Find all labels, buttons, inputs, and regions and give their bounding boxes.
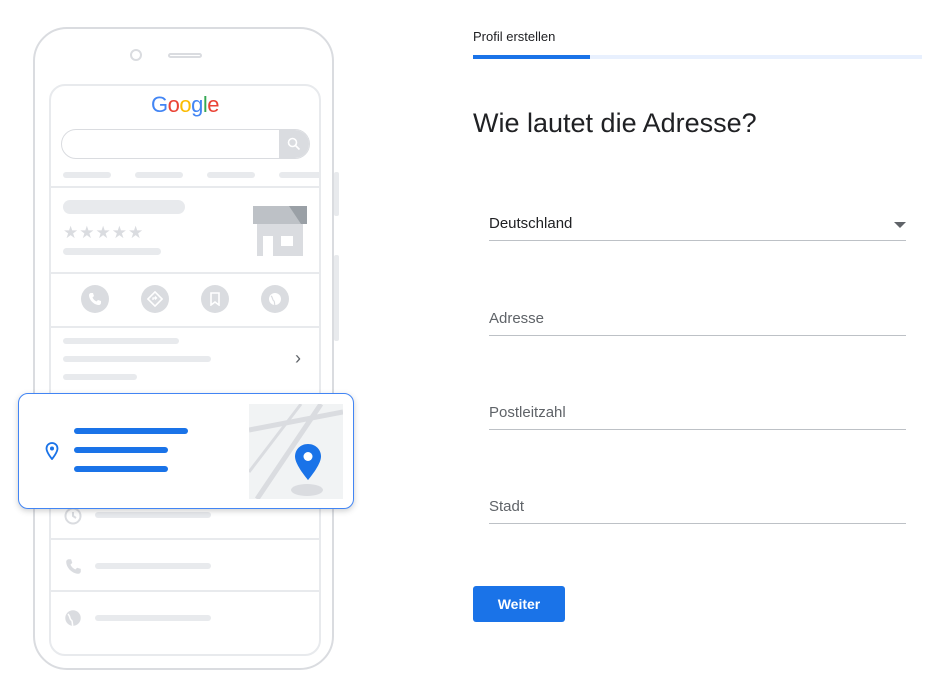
rating-stars: ★★★★★ [63,223,145,242]
text-placeholder [63,374,137,380]
tab-placeholder [135,172,183,178]
title-placeholder [63,200,185,214]
logo-letter: o [167,92,180,117]
text-placeholder [95,512,211,518]
storefront-icon [249,202,309,258]
country-select[interactable]: Deutschland [489,200,906,241]
dropdown-arrow-icon[interactable] [894,222,906,228]
text-placeholder [63,356,211,362]
address-line-placeholder [74,466,168,472]
search-icon [279,130,309,158]
phone-camera [130,49,142,61]
subtitle-placeholder [63,248,161,255]
map-pin-shadow [291,484,323,496]
illustration-search-bar [61,129,310,159]
postal-code-field[interactable] [489,396,906,430]
step-label: Profil erstellen [473,29,556,44]
divider [51,590,319,592]
text-placeholder [95,615,211,621]
location-pin-icon [45,442,59,465]
phone-frame: Google ★★★★★ › [33,27,334,670]
postal-code-input[interactable] [489,397,906,429]
divider [51,326,319,328]
next-button[interactable]: Weiter [473,586,565,622]
address-line-placeholder [74,428,188,434]
progress-bar [473,55,922,59]
phone-illustration: Google ★★★★★ › [0,0,370,692]
directions-icon [141,285,169,313]
logo-letter: G [150,92,168,117]
globe-icon [261,285,289,313]
city-field[interactable] [489,490,906,524]
phone-icon [81,285,109,313]
tab-placeholder [279,172,319,178]
tab-placeholder [63,172,111,178]
tab-placeholder [207,172,255,178]
globe-icon [63,608,83,628]
country-select-value: Deutschland [489,215,573,232]
city-input[interactable] [489,491,906,523]
address-input[interactable] [489,303,906,335]
text-placeholder [95,563,211,569]
page-title: Wie lautet die Adresse? [473,108,757,138]
logo-letter: e [207,92,219,117]
address-line-placeholder [74,447,168,453]
logo-letter: o [179,92,192,117]
divider [51,538,319,540]
progress-bar-fill [473,55,590,59]
phone-icon [63,556,83,576]
phone-side-button [334,172,339,216]
google-logo: Google [51,92,319,118]
bookmark-icon [201,285,229,313]
address-field[interactable] [489,302,906,336]
logo-letter: g [191,92,203,117]
phone-speaker [168,53,202,58]
text-placeholder [63,338,179,344]
divider [51,186,319,188]
clock-icon [63,506,83,526]
chevron-right-icon: › [295,348,301,368]
location-info-card [18,393,354,509]
divider [51,272,319,274]
phone-screen: Google ★★★★★ › [49,84,321,656]
map-thumbnail [249,404,343,499]
phone-side-button [334,255,339,341]
